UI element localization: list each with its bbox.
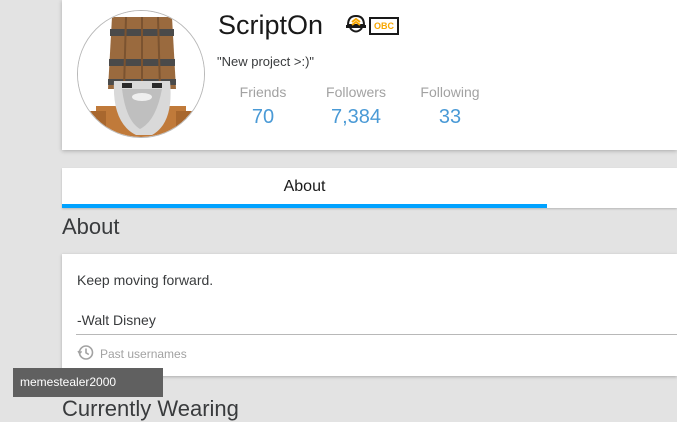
stat-following-label: Following — [420, 84, 480, 100]
stat-following-value[interactable]: 33 — [414, 106, 486, 129]
stat-friends-label: Friends — [239, 84, 287, 100]
stat-followers[interactable]: Followers 7,384 — [320, 84, 392, 129]
about-text-line: -Walt Disney — [77, 312, 156, 328]
membership-badges: OBC — [345, 14, 399, 38]
past-usernames-label: Past usernames — [100, 347, 187, 361]
stat-followers-label: Followers — [326, 84, 386, 100]
avatar[interactable] — [77, 10, 205, 138]
profile-tabs: About — [62, 168, 677, 208]
stat-friends-value[interactable]: 70 — [234, 106, 292, 129]
about-text-line: Keep moving forward. — [77, 272, 214, 288]
history-clock-icon — [77, 344, 100, 364]
builders-club-helmet-icon — [345, 13, 367, 40]
stat-friends[interactable]: Friends 70 — [234, 84, 292, 129]
divider — [76, 334, 677, 335]
currently-wearing-title: Currently Wearing — [62, 396, 239, 421]
past-usernames-tooltip: memestealer2000 — [13, 368, 163, 397]
about-card: Keep moving forward. -Walt Disney Past u… — [62, 254, 677, 376]
profile-username: ScriptOn — [218, 10, 324, 40]
tab-about[interactable]: About — [62, 168, 547, 208]
about-section-title: About — [62, 214, 120, 239]
stat-following[interactable]: Following 33 — [414, 84, 486, 129]
profile-header-card: ScriptOn OBC "New project >:)" Friends 7… — [62, 0, 677, 150]
obc-badge-icon: OBC — [369, 17, 399, 35]
stat-followers-value[interactable]: 7,384 — [320, 106, 392, 129]
profile-status: "New project >:)" — [217, 54, 315, 69]
past-usernames-link[interactable]: Past usernames — [77, 344, 187, 364]
avatar-image — [78, 11, 204, 137]
obc-badge-text: OBC — [374, 21, 394, 31]
